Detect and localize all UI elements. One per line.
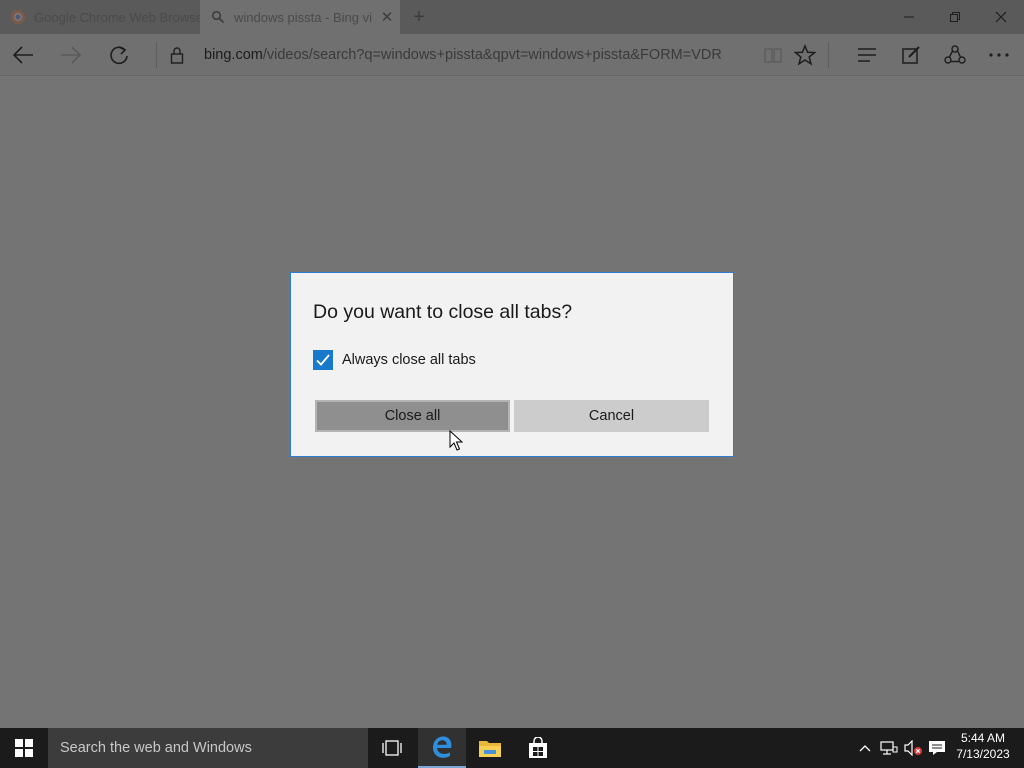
web-note-button[interactable] [888,34,934,76]
folder-icon [479,741,501,757]
minimize-icon [904,16,914,18]
pen-icon [902,46,920,64]
chevron-up-icon [859,745,871,752]
share-icon [944,45,966,64]
clock-date: 7/13/2023 [956,747,1010,761]
volume-muted-icon [904,740,922,756]
tab-label: Google Chrome Web Browse [34,9,200,25]
taskbar-clock[interactable]: 5:44 AM 7/13/2023 [950,730,1016,766]
close-tab-icon[interactable]: ✕ [374,8,400,26]
restore-icon [950,12,960,22]
refresh-button[interactable] [96,34,142,76]
close-tabs-dialog: Do you want to close all tabs? Always cl… [290,272,734,457]
checkmark-icon [316,354,330,366]
more-button[interactable] [976,34,1022,76]
taskbar: Search the web and Windows 5:44 AM 7/13/… [0,728,1024,768]
search-icon [210,9,226,25]
share-button[interactable] [932,34,978,76]
refresh-icon [110,46,128,65]
taskbar-store-button[interactable] [514,728,562,768]
tab-chrome-web-browser[interactable]: Google Chrome Web Browse [0,0,200,34]
address-path: /videos/search?q=windows+pissta&qpvt=win… [262,47,722,63]
volume-button[interactable] [902,728,924,768]
mouse-cursor-icon [449,429,464,457]
tab-label: windows pissta - Bing vi [234,9,372,25]
navigation-bar: bing.com/videos/search?q=windows+pissta&… [0,34,1024,76]
star-icon [794,44,816,66]
task-view-icon [382,740,402,756]
message-icon [929,741,945,755]
minimize-button[interactable] [886,0,932,34]
address-bar[interactable]: bing.com/videos/search?q=windows+pissta&… [204,34,744,76]
dialog-title: Do you want to close all tabs? [313,301,573,323]
clock-time: 5:44 AM [960,731,1006,745]
checkbox-label: Always close all tabs [342,352,476,368]
forward-arrow-icon [61,46,82,64]
windows-logo-icon [15,739,33,757]
back-button[interactable] [0,34,46,76]
close-all-button[interactable]: Close all [315,400,510,432]
always-close-checkbox-row[interactable]: Always close all tabs [313,350,476,370]
new-tab-button[interactable]: + [404,0,434,34]
hub-button[interactable] [844,34,890,76]
task-view-button[interactable] [368,728,416,768]
start-button[interactable] [0,728,48,768]
close-window-button[interactable] [978,0,1024,34]
more-dots-icon [989,53,1009,57]
close-icon [995,11,1007,23]
address-domain: bing.com [204,47,263,63]
taskbar-file-explorer-button[interactable] [466,728,514,768]
taskbar-search-placeholder: Search the web and Windows [60,740,252,756]
store-bag-icon [529,737,547,758]
tab-bing-search[interactable]: windows pissta - Bing vi ✕ [200,0,400,34]
lock-icon[interactable] [154,34,200,76]
taskbar-edge-button[interactable] [418,728,466,768]
taskbar-search-box[interactable]: Search the web and Windows [48,728,368,768]
cancel-button[interactable]: Cancel [514,400,709,432]
chrome-icon [10,9,26,25]
always-close-checkbox[interactable] [313,350,333,370]
show-hidden-icons-button[interactable] [856,728,874,768]
book-icon [764,48,782,63]
tab-bar: Google Chrome Web Browse windows pissta … [0,0,1024,34]
restore-button[interactable] [932,0,978,34]
edge-icon [433,736,452,758]
network-icon [880,741,898,755]
back-arrow-icon [12,46,33,64]
network-button[interactable] [878,728,900,768]
action-center-button[interactable] [926,728,948,768]
hub-icon [858,48,876,62]
favorites-button[interactable] [782,34,828,76]
forward-button[interactable] [48,34,94,76]
